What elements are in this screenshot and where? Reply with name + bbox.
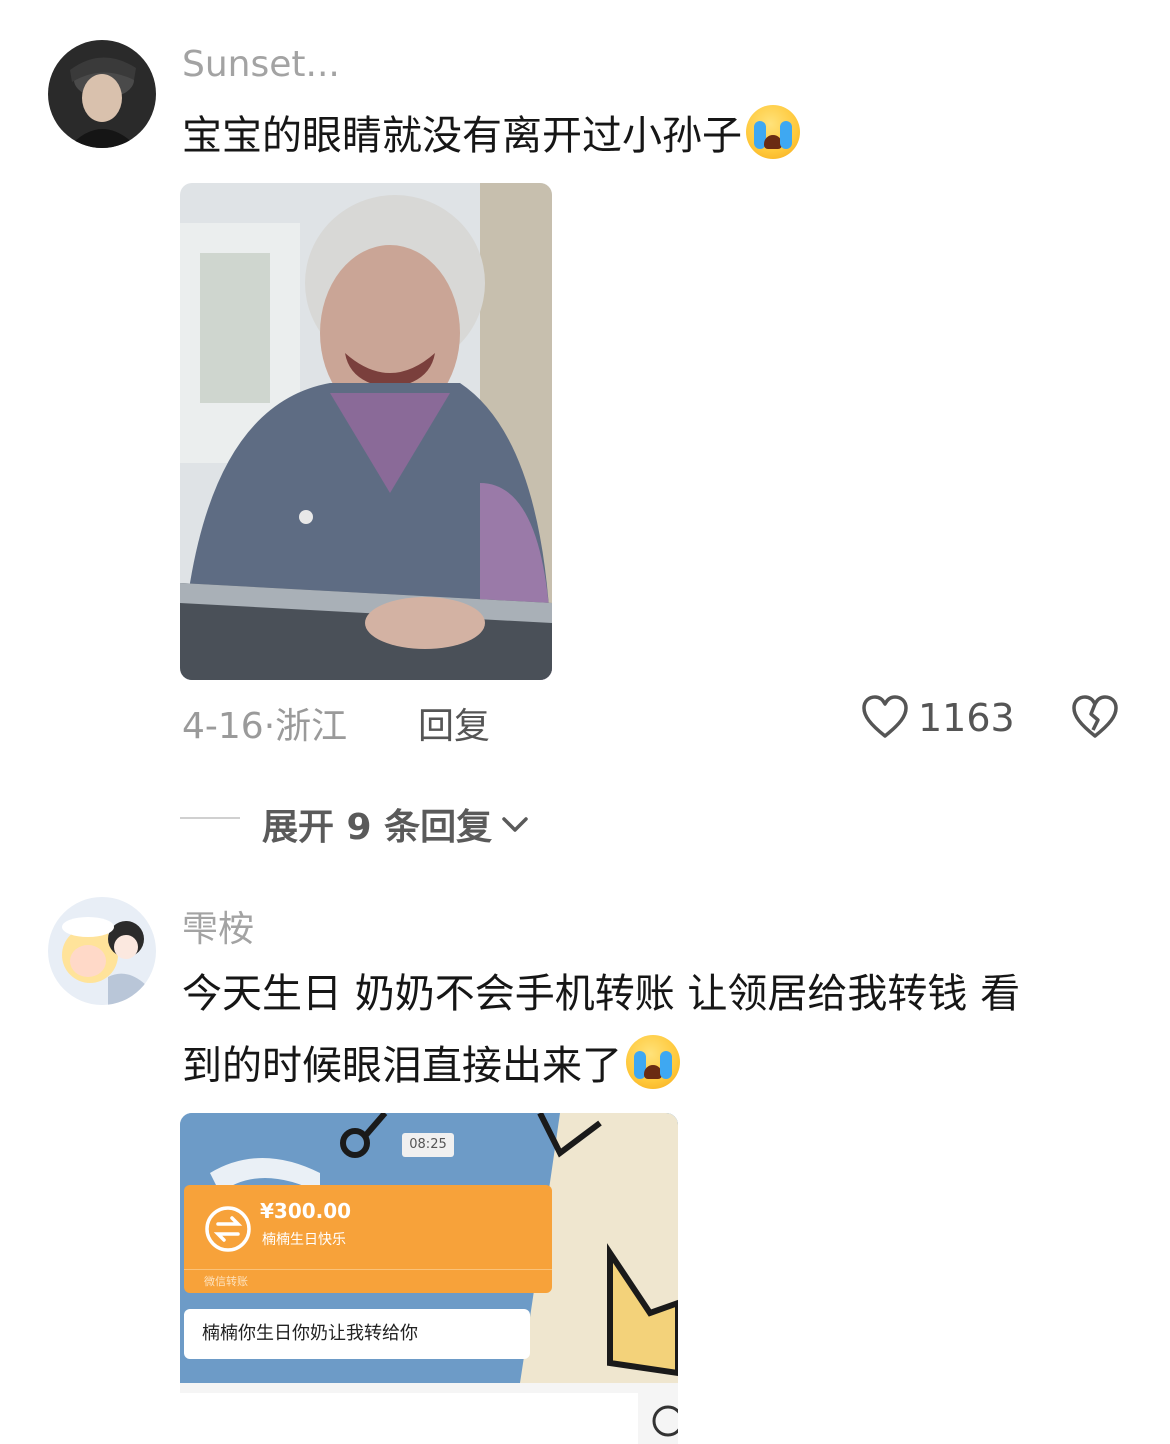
comment-image[interactable]: 08:25 ¥300.00 楠楠生日快乐 微信转账 楠楠你生日你奶让我转给你 — [180, 1113, 678, 1444]
transfer-note: 楠楠生日快乐 — [262, 1232, 346, 1248]
chevron-down-icon — [502, 817, 528, 832]
expand-replies-button[interactable]: 展开 9 条回复 — [262, 798, 532, 850]
comment-text: 今天生日 奶奶不会手机转账 让领居给我转钱 看 到的时候眼泪直接出来了 — [182, 958, 1142, 1102]
card-divider — [184, 1269, 552, 1270]
comment-text-line: 今天生日 奶奶不会手机转账 让领居给我转钱 看 — [182, 971, 1021, 1017]
chat-time: 08:25 — [402, 1133, 454, 1157]
divider-line — [180, 817, 240, 819]
comment-text: 宝宝的眼睛就没有离开过小孙子 — [182, 100, 800, 172]
comment-meta: 4-16·浙江 — [182, 697, 347, 749]
avatar[interactable] — [48, 40, 156, 148]
comment-date: 4-16 — [182, 706, 264, 747]
transfer-arrows-icon — [205, 1206, 251, 1252]
transfer-amount: ¥300.00 — [260, 1199, 352, 1223]
like-count: 1163 — [918, 696, 1015, 740]
transfer-label: 微信转账 — [204, 1275, 248, 1288]
heart-icon[interactable] — [860, 692, 910, 742]
reply-button[interactable]: 回复 — [418, 697, 490, 749]
crying-face-icon — [626, 1035, 680, 1089]
crying-face-icon — [746, 105, 800, 159]
comment-location: 浙江 — [275, 706, 348, 747]
broken-heart-icon[interactable] — [1070, 692, 1120, 742]
comment-text-content: 宝宝的眼睛就没有离开过小孙子 — [182, 113, 742, 159]
meta-separator: · — [263, 706, 276, 747]
expand-replies-label: 展开 9 条回复 — [262, 807, 493, 848]
avatar[interactable] — [48, 897, 156, 1005]
comment-text-line-2: 到的时候眼泪直接出来了 — [182, 1030, 1142, 1102]
comment-text-content: 到的时候眼泪直接出来了 — [182, 1043, 622, 1089]
username[interactable]: 雫桉 — [182, 900, 254, 952]
chat-message: 楠楠你生日你奶让我转给你 — [184, 1309, 530, 1359]
username[interactable]: Sunset... — [182, 44, 340, 85]
comment-image[interactable] — [180, 183, 552, 680]
transfer-card[interactable]: ¥300.00 楠楠生日快乐 微信转账 — [184, 1185, 552, 1293]
